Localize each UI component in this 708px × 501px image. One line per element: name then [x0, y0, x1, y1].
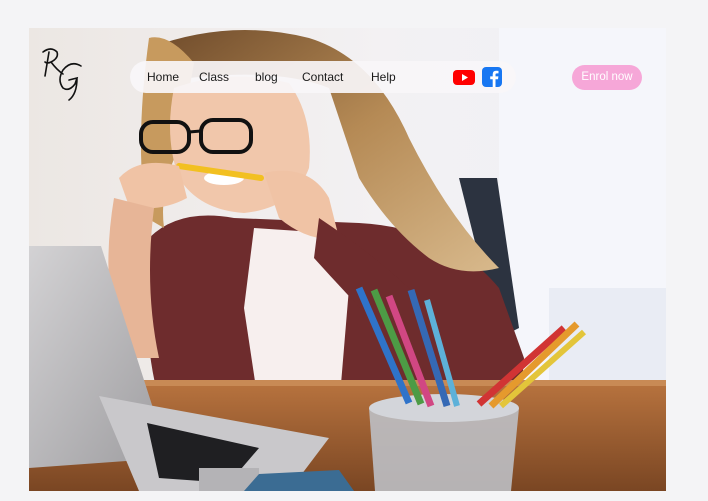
- rg-logo[interactable]: [37, 42, 87, 102]
- nav-contact[interactable]: Contact: [302, 61, 343, 93]
- youtube-icon[interactable]: [453, 67, 475, 87]
- nav-home[interactable]: Home: [147, 61, 179, 93]
- nav-blog[interactable]: blog: [255, 61, 278, 93]
- facebook-icon[interactable]: [482, 67, 502, 87]
- landing-page-frame: Home Class blog Contact Help Enrol now: [29, 28, 666, 491]
- nav-class[interactable]: Class: [199, 61, 229, 93]
- hero-image: [29, 28, 666, 491]
- nav-help[interactable]: Help: [371, 61, 396, 93]
- enrol-now-button[interactable]: Enrol now: [572, 65, 642, 90]
- main-nav: Home Class blog Contact Help: [130, 61, 516, 93]
